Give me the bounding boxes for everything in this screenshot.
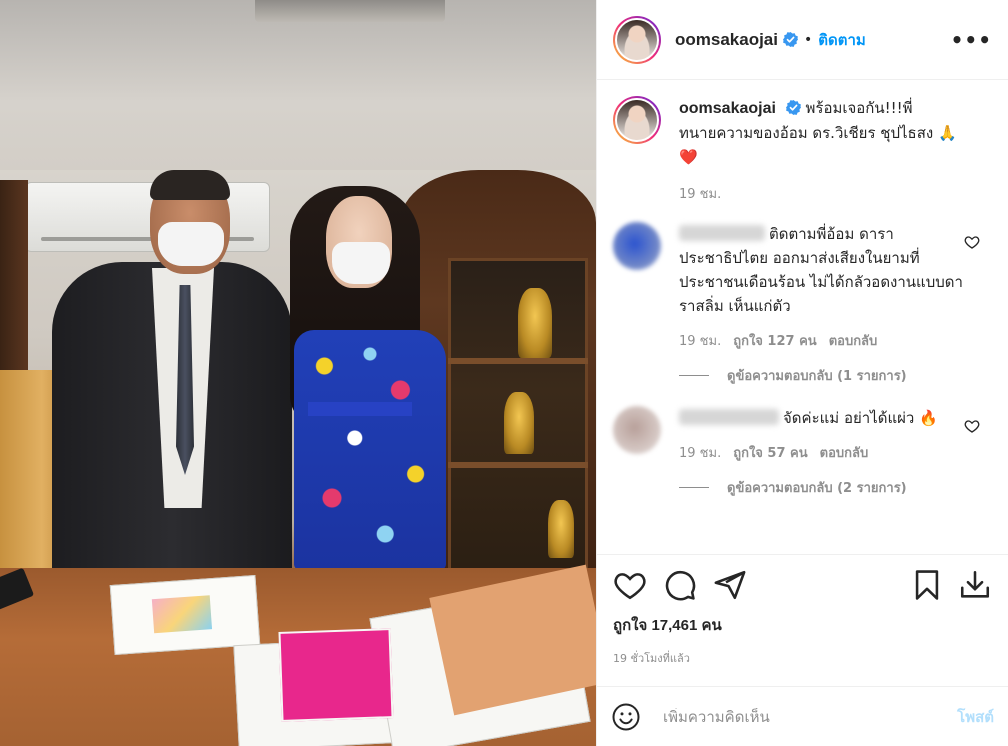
face-mask (332, 242, 390, 284)
commenter-avatar[interactable] (613, 406, 661, 454)
post-image[interactable] (0, 0, 596, 746)
ceiling (0, 0, 596, 170)
comment-icon[interactable] (663, 568, 697, 602)
comment-input[interactable] (663, 707, 958, 726)
comment-composer: โพสต์ (597, 686, 1008, 746)
caption-meta: 19 ชม. (679, 183, 966, 204)
golden-statue (518, 288, 552, 358)
commenter-username-blurred[interactable] (679, 409, 779, 425)
post-comment-button[interactable]: โพสต์ (957, 705, 994, 729)
shelf (448, 462, 588, 468)
avatar (615, 98, 659, 142)
caption: oomsakaojai พร้อมเจอกัน!!!พี่ทนายความของ… (613, 96, 992, 204)
author-username[interactable]: oomsakaojai (675, 30, 778, 50)
comment-meta: 19 ชม. ถูกใจ 57 คน ตอบกลับ (679, 442, 966, 463)
comment-likes[interactable]: ถูกใจ 127 คน (733, 330, 816, 351)
comment-text-block: จัดค่ะแม่ อย่าได้แผ่ว 🔥 (679, 406, 966, 430)
post-viewer: oomsakaojai • ติดตาม ••• oomsakaojai พร้… (0, 0, 1008, 746)
caption-body: oomsakaojai พร้อมเจอกัน!!!พี่ทนายความของ… (679, 96, 992, 204)
comment-body: จัดค่ะแม่ อย่าได้แผ่ว 🔥 19 ชม. ถูกใจ 57 … (679, 406, 992, 463)
emoji-icon[interactable] (611, 702, 641, 732)
post-sidebar: oomsakaojai • ติดตาม ••• oomsakaojai พร้… (596, 0, 1008, 746)
comment-likes[interactable]: ถูกใจ 57 คน (733, 442, 807, 463)
man-hair (150, 170, 230, 200)
comments-list[interactable]: oomsakaojai พร้อมเจอกัน!!!พี่ทนายความของ… (597, 80, 1008, 554)
caption-author[interactable]: oomsakaojai (679, 100, 776, 117)
floral-dress (294, 330, 446, 570)
bookmark-icon[interactable] (910, 568, 944, 602)
golden-statue (504, 392, 534, 454)
more-options-icon[interactable]: ••• (951, 28, 992, 52)
reply-button[interactable]: ตอบกลับ (820, 442, 869, 463)
document-card (109, 574, 261, 656)
action-bar (613, 567, 992, 603)
comment-time[interactable]: 19 ชม. (679, 442, 721, 463)
view-replies-button[interactable]: ดูข้อความตอบกลับ (1 รายการ) (679, 365, 992, 386)
face-mask (158, 222, 224, 266)
comment-heart-icon[interactable] (964, 234, 980, 250)
reply-button[interactable]: ตอบกลับ (829, 330, 878, 351)
share-icon[interactable] (713, 568, 747, 602)
shelf (448, 358, 588, 364)
comment-item: จัดค่ะแม่ อย่าได้แผ่ว 🔥 19 ชม. ถูกใจ 57 … (613, 406, 992, 463)
post-timestamp[interactable]: 19 ชั่วโมงที่แล้ว (613, 649, 992, 667)
verified-badge-icon (783, 32, 798, 47)
comment-item: ติดตามพี่อ้อม ดาราประชาธิปไตย ออกมาส่งเส… (613, 222, 992, 351)
dress-belt (308, 402, 412, 416)
commenter-username-blurred[interactable] (679, 225, 765, 241)
post-actions: ถูกใจ 17,461 คน 19 ชั่วโมงที่แล้ว (597, 554, 1008, 686)
golden-statue (548, 500, 574, 558)
comment-meta: 19 ชม. ถูกใจ 127 คน ตอบกลับ (679, 330, 966, 351)
heart-icon[interactable] (613, 568, 647, 602)
comment-heart-icon[interactable] (964, 418, 980, 434)
comment-body: ติดตามพี่อ้อม ดาราประชาธิปไตย ออกมาส่งเส… (679, 222, 992, 351)
pink-document (278, 628, 394, 722)
avatar (615, 17, 659, 62)
caption-author-avatar[interactable] (613, 96, 661, 144)
post-header: oomsakaojai • ติดตาม ••• (597, 0, 1008, 80)
commenter-avatar[interactable] (613, 222, 661, 270)
author-avatar[interactable] (613, 15, 661, 64)
download-icon[interactable] (958, 568, 992, 602)
comment-text: จัดค่ะแม่ อย่าได้แผ่ว 🔥 (783, 409, 938, 427)
air-conditioner (25, 182, 270, 252)
caption-time[interactable]: 19 ชม. (679, 183, 721, 204)
comment-text-block: ติดตามพี่อ้อม ดาราประชาธิปไตย ออกมาส่งเส… (679, 222, 966, 318)
comment-time[interactable]: 19 ชม. (679, 330, 721, 351)
verified-badge-icon (785, 100, 801, 115)
ceiling-lamp (255, 0, 445, 22)
view-replies-button[interactable]: ดูข้อความตอบกลับ (2 รายการ) (679, 477, 992, 498)
follow-button[interactable]: ติดตาม (818, 28, 866, 52)
separator-dot: • (804, 31, 813, 48)
caption-text-block: oomsakaojai พร้อมเจอกัน!!!พี่ทนายความของ… (679, 96, 966, 169)
like-count[interactable]: ถูกใจ 17,461 คน (613, 613, 992, 637)
